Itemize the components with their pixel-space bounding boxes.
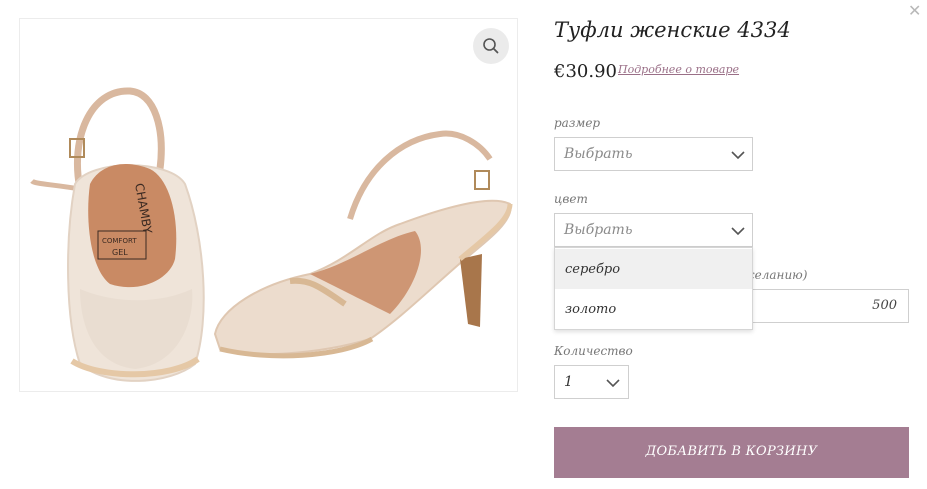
- add-to-cart-button[interactable]: ДОБАВИТЬ В КОРЗИНУ: [554, 427, 909, 478]
- chevron-down-icon: [731, 227, 745, 236]
- product-details-link[interactable]: Подробнее о товаре: [618, 63, 739, 76]
- search-icon: [483, 38, 499, 54]
- color-option-gold[interactable]: золото: [555, 289, 752, 329]
- quantity-select[interactable]: 1: [554, 365, 629, 399]
- product-title: Туфли женские 4334: [554, 18, 791, 42]
- size-label: размер: [554, 116, 601, 130]
- insole-text-comfort: COMFORT: [102, 237, 137, 245]
- color-option-label: золото: [565, 302, 617, 317]
- color-label: цвет: [554, 192, 588, 206]
- chevron-down-icon: [606, 379, 620, 388]
- color-dropdown: серебро золото: [554, 247, 753, 330]
- add-to-cart-label: ДОБАВИТЬ В КОРЗИНУ: [645, 444, 818, 459]
- quantity-label: Количество: [554, 344, 633, 358]
- product-price: €30.90: [554, 61, 617, 82]
- extra-input-value: 500: [872, 298, 897, 313]
- color-option-label: серебро: [565, 262, 621, 277]
- color-select-value: Выбрать: [564, 222, 633, 238]
- size-select-value: Выбрать: [564, 146, 633, 162]
- extra-input[interactable]: 500: [753, 289, 909, 323]
- product-image: CHAMBY COMFORT GEL: [19, 18, 518, 392]
- close-icon[interactable]: ✕: [908, 1, 921, 20]
- quantity-value: 1: [564, 374, 573, 390]
- insole-text-gel: GEL: [112, 248, 128, 257]
- size-select[interactable]: Выбрать: [554, 137, 753, 171]
- chevron-down-icon: [731, 151, 745, 160]
- color-option-silver[interactable]: серебро: [555, 249, 752, 289]
- zoom-button[interactable]: [473, 28, 509, 64]
- shoes-illustration: CHAMBY COMFORT GEL: [30, 87, 513, 382]
- color-select[interactable]: Выбрать: [554, 213, 753, 247]
